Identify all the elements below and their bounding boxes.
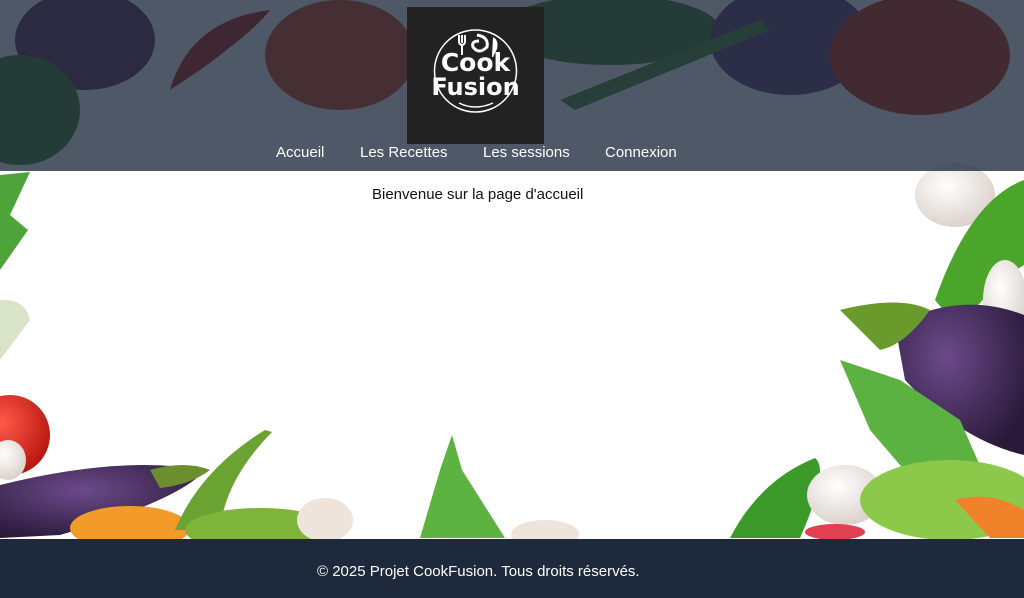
nav-link-recettes[interactable]: Les Recettes bbox=[360, 144, 448, 162]
logo-text-fusion: Fusion bbox=[431, 73, 520, 101]
site-logo[interactable]: Cook Fusion bbox=[407, 7, 544, 144]
leek-left bbox=[0, 299, 30, 360]
main-nav: Accueil Les Recettes Les sessions Connex… bbox=[0, 144, 1024, 164]
footer-copyright: © 2025 Projet CookFusion. Tous droits ré… bbox=[317, 563, 640, 580]
nav-link-accueil[interactable]: Accueil bbox=[276, 144, 324, 162]
welcome-text: Bienvenue sur la page d'accueil bbox=[372, 186, 584, 203]
nav-link-sessions[interactable]: Les sessions bbox=[483, 144, 570, 162]
carrot-leaves-center bbox=[420, 435, 505, 538]
cucumber-bottom bbox=[730, 458, 820, 538]
nav-link-connexion[interactable]: Connexion bbox=[605, 144, 677, 162]
carrot-leaves-left bbox=[0, 172, 30, 270]
radish-bottom bbox=[805, 524, 865, 540]
site-header: Cook Fusion Accueil Les Recettes Les ses… bbox=[0, 0, 1024, 171]
site-footer: © 2025 Projet CookFusion. Tous droits ré… bbox=[0, 539, 1024, 598]
mushroom-left bbox=[297, 498, 353, 542]
